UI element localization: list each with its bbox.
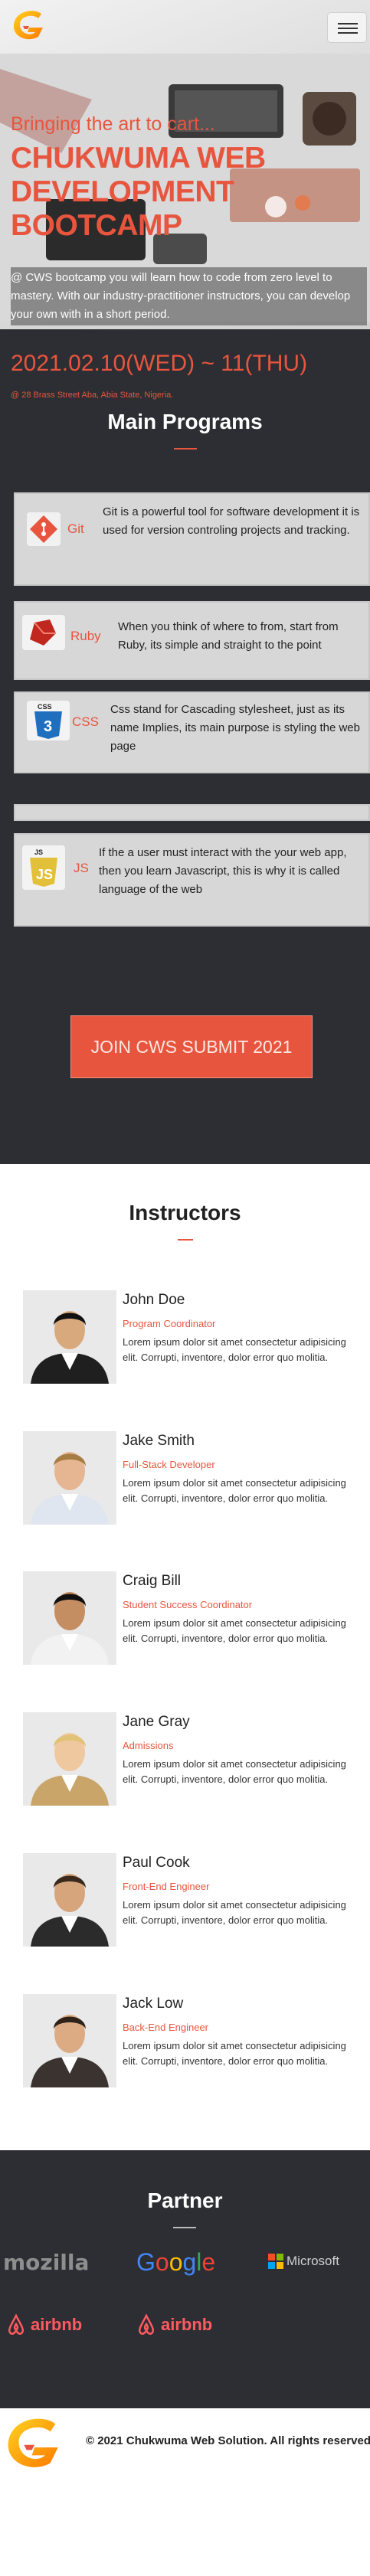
menu-line-icon <box>338 23 358 25</box>
instructor-card: Jake Smith Full-Stack Developer Lorem ipsu… <box>23 1431 360 1525</box>
program-card-ruby[interactable]: Ruby When you think of where to from, st… <box>14 601 370 680</box>
programs-title: Main Programs <box>107 410 263 433</box>
footer-logo[interactable] <box>3 2416 66 2471</box>
hamburger-menu-button[interactable] <box>327 12 367 43</box>
partner-logo-mozilla: mozilla <box>3 2250 90 2275</box>
join-summit-button[interactable]: JOIN CWS SUBMIT 2021 <box>70 1015 313 1078</box>
instructor-role: Back-End Engineer <box>123 2022 209 2033</box>
instructor-card: Paul Cook Front-End Engineer Lorem ipsum d… <box>23 1853 360 1947</box>
svg-text:JS: JS <box>36 867 53 882</box>
copyright-text: © 2021 Chukwuma Web Solution. All rights… <box>86 2434 370 2447</box>
logo-icon <box>13 11 43 40</box>
instructor-photo <box>23 1994 116 2087</box>
instructor-photo <box>23 1571 116 1665</box>
microsoft-icon <box>268 2254 283 2269</box>
svg-text:3: 3 <box>44 718 52 735</box>
svg-text:CSS: CSS <box>38 703 52 711</box>
instructor-role: Student Success Coordinator <box>123 1599 253 1610</box>
instructor-photo <box>23 1431 116 1525</box>
airbnb-icon <box>139 2314 154 2335</box>
hero-description: @ CWS bootcamp you will learn how to cod… <box>11 267 367 325</box>
top-navigation <box>0 0 370 55</box>
logo-icon <box>8 2418 58 2467</box>
menu-line-icon <box>338 28 358 29</box>
instructor-name: John Doe <box>123 1292 185 1308</box>
hero-address: @ 28 Brass Street Aba, Abia State, Niger… <box>11 391 174 400</box>
instructor-bio: Lorem ipsum dolor sit amet consectetur a… <box>123 1758 346 1785</box>
instructor-card: Craig Bill Student Success Coordinator Lor… <box>23 1571 360 1665</box>
program-name: Ruby <box>70 629 101 643</box>
instructor-photo <box>23 1290 116 1384</box>
instructor-card: Jack Low Back-End Engineer Lorem ipsum dol… <box>23 1994 360 2087</box>
partner-logo-google: Google <box>136 2248 216 2276</box>
instructor-photo <box>23 1853 116 1947</box>
git-icon <box>27 512 61 546</box>
program-name: JS <box>74 861 89 875</box>
menu-line-icon <box>338 32 358 34</box>
javascript-icon: JS JS <box>22 845 65 890</box>
program-name: CSS <box>72 714 99 729</box>
instructor-name: Jane Gray <box>123 1714 190 1730</box>
instructor-role: Program Coordinator <box>123 1318 216 1329</box>
instructor-bio: Lorem ipsum dolor sit amet consectetur a… <box>123 1617 346 1644</box>
partner-logo-airbnb: airbnb <box>6 2314 82 2336</box>
site-logo[interactable] <box>11 9 47 41</box>
program-card-js[interactable]: JS JS JS If the a user must interact with… <box>14 833 370 927</box>
program-description: Git is a powerful tool for software deve… <box>103 505 360 537</box>
ruby-icon <box>22 615 65 650</box>
instructor-bio: Lorem ipsum dolor sit amet consectetur a… <box>123 1899 346 1926</box>
hero-tagline: Bringing the art to cart... <box>11 113 215 135</box>
page: Bringing the art to cart... CHUKWUMA WEB… <box>0 0 370 2576</box>
instructor-name: Jake Smith <box>123 1433 195 1449</box>
instructor-photo <box>23 1712 116 1806</box>
instructor-card: John Doe Program Coordinator Lorem ipsum d… <box>23 1290 360 1384</box>
svg-text:JS: JS <box>34 848 43 856</box>
instructor-name: Craig Bill <box>123 1573 182 1589</box>
footer: © 2021 Chukwuma Web Solution. All rights… <box>0 2408 370 2576</box>
instructors-title: Instructors <box>129 1201 241 1224</box>
program-card-empty <box>14 804 370 821</box>
instructor-role: Front-End Engineer <box>123 1881 210 1892</box>
instructor-card: Jane Gray Admissions Lorem ipsum dolor sit… <box>23 1712 360 1806</box>
title-underline <box>174 448 197 449</box>
instructor-name: Jack Low <box>123 1996 184 2012</box>
program-name: Git <box>67 521 84 536</box>
program-description: Css stand for Cascading stylesheet, just… <box>110 703 360 753</box>
partner-logo-microsoft: Microsoft <box>268 2254 339 2269</box>
program-card-css[interactable]: CSS 3 CSS Css stand for Cascading stylesh… <box>14 691 370 773</box>
instructor-bio: Lorem ipsum dolor sit amet consectetur a… <box>123 2040 346 2067</box>
airbnb-icon <box>8 2314 24 2335</box>
partners-section: Partner mozilla Google Microsoft airbnb … <box>0 2150 370 2408</box>
instructor-bio: Lorem ipsum dolor sit amet consectetur a… <box>123 1336 346 1363</box>
program-description: If the a user must interact with the you… <box>99 846 347 896</box>
instructor-role: Admissions <box>123 1740 174 1751</box>
hero-date: 2021.02.10(WED) ~ 11(THU) <box>11 351 308 376</box>
css-icon: CSS 3 <box>27 701 70 740</box>
hero-section: Bringing the art to cart... CHUKWUMA WEB… <box>0 0 370 379</box>
instructor-name: Paul Cook <box>123 1855 190 1871</box>
partner-logo-airbnb: airbnb <box>136 2314 212 2336</box>
program-card-git[interactable]: Git Git is a powerful tool for software … <box>14 492 370 586</box>
instructor-bio: Lorem ipsum dolor sit amet consectetur a… <box>123 1477 346 1504</box>
partners-title: Partner <box>147 2189 223 2212</box>
title-underline <box>178 1239 193 1241</box>
hero-title: CHUKWUMA WEB DEVELOPMENT BOOTCAMP <box>11 142 266 242</box>
program-description: When you think of where to from, start f… <box>118 620 339 652</box>
title-underline <box>173 2227 196 2228</box>
instructor-role: Full-Stack Developer <box>123 1459 215 1470</box>
